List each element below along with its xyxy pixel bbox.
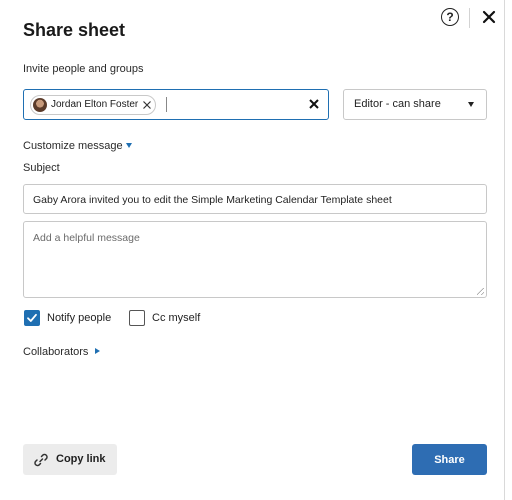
- cc-myself-checkbox[interactable]: [129, 310, 145, 326]
- copy-link-button[interactable]: Copy link: [23, 444, 117, 475]
- recipient-name: Jordan Elton Foster: [51, 99, 139, 110]
- resize-handle[interactable]: [477, 288, 484, 295]
- permission-value: Editor - can share: [354, 98, 441, 110]
- caret-right-icon[interactable]: [95, 348, 100, 354]
- checkmark-icon: [27, 313, 37, 322]
- recipient-chip[interactable]: Jordan Elton Foster: [30, 95, 156, 115]
- copy-link-label: Copy link: [56, 453, 106, 465]
- subject-label: Subject: [23, 162, 60, 174]
- message-textarea[interactable]: Add a helpful message: [23, 221, 487, 298]
- permission-select[interactable]: Editor - can share: [343, 89, 487, 120]
- collaborators-toggle[interactable]: Collaborators: [23, 346, 88, 358]
- clear-x-icon[interactable]: [308, 98, 320, 110]
- close-icon[interactable]: [481, 9, 497, 25]
- cc-myself-label[interactable]: Cc myself: [152, 312, 200, 324]
- caret-down-icon: [468, 102, 474, 107]
- remove-recipient-icon[interactable]: [142, 100, 152, 110]
- share-dialog: Share sheet ? Invite people and groups J…: [0, 0, 505, 500]
- share-button[interactable]: Share: [412, 444, 487, 475]
- link-icon: [34, 453, 48, 467]
- subject-field[interactable]: Gaby Arora invited you to edit the Simpl…: [23, 184, 487, 214]
- caret-down-icon[interactable]: [126, 143, 132, 148]
- notify-people-checkbox[interactable]: [24, 310, 40, 326]
- invite-input[interactable]: Jordan Elton Foster: [23, 89, 329, 120]
- avatar: [33, 98, 47, 112]
- notify-people-label[interactable]: Notify people: [47, 312, 111, 324]
- help-icon[interactable]: ?: [441, 8, 459, 26]
- message-placeholder: Add a helpful message: [33, 232, 140, 244]
- customize-message-toggle[interactable]: Customize message: [23, 140, 123, 152]
- text-cursor: [166, 97, 167, 112]
- invite-label: Invite people and groups: [23, 63, 144, 75]
- header-divider: [469, 8, 470, 28]
- dialog-title: Share sheet: [23, 20, 126, 40]
